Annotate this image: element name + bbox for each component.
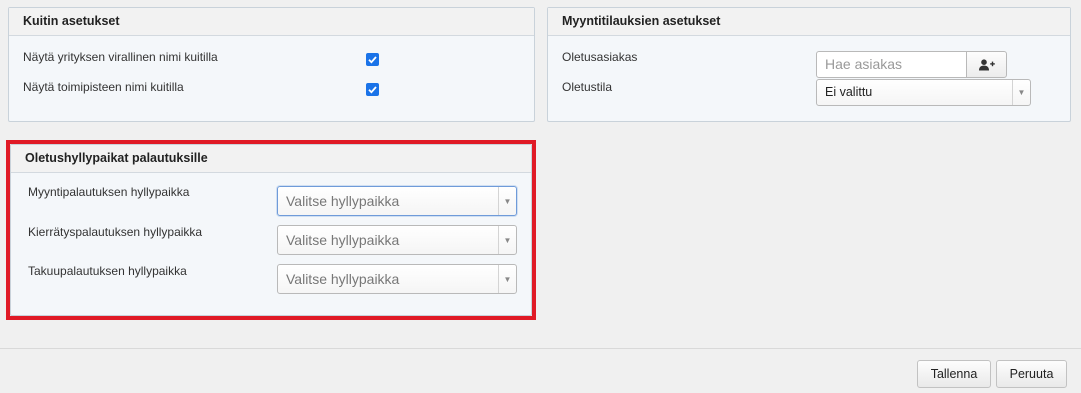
show-branch-name-label: Näytä toimipisteen nimi kuitilla bbox=[23, 80, 184, 94]
show-company-name-label: Näytä yrityksen virallinen nimi kuitilla bbox=[23, 50, 218, 64]
default-customer-label: Oletusasiakas bbox=[562, 50, 638, 64]
footer-divider bbox=[0, 348, 1081, 349]
default-status-select[interactable]: Ei valittu ▼ bbox=[816, 79, 1031, 106]
chevron-down-icon: ▼ bbox=[1012, 80, 1030, 105]
cancel-button[interactable]: Peruuta bbox=[996, 360, 1067, 388]
receipt-settings-title: Kuitin asetukset bbox=[9, 8, 534, 36]
show-branch-name-checkbox[interactable] bbox=[366, 83, 379, 96]
checkmark-icon bbox=[368, 56, 377, 64]
customer-search-input[interactable]: Hae asiakas bbox=[816, 51, 967, 78]
default-status-label: Oletustila bbox=[562, 80, 613, 94]
default-status-value: Ei valittu bbox=[825, 85, 873, 99]
user-plus-icon bbox=[978, 58, 995, 70]
highlight-box bbox=[6, 140, 536, 320]
add-customer-button[interactable] bbox=[966, 51, 1007, 78]
sales-order-settings-title: Myyntitilauksien asetukset bbox=[548, 8, 1070, 36]
show-company-name-checkbox[interactable] bbox=[366, 53, 379, 66]
save-button[interactable]: Tallenna bbox=[917, 360, 991, 388]
sales-order-settings-panel: Myyntitilauksien asetukset Oletusasiakas… bbox=[547, 7, 1071, 122]
checkmark-icon bbox=[368, 86, 377, 94]
receipt-settings-panel: Kuitin asetukset Näytä yrityksen viralli… bbox=[8, 7, 535, 122]
